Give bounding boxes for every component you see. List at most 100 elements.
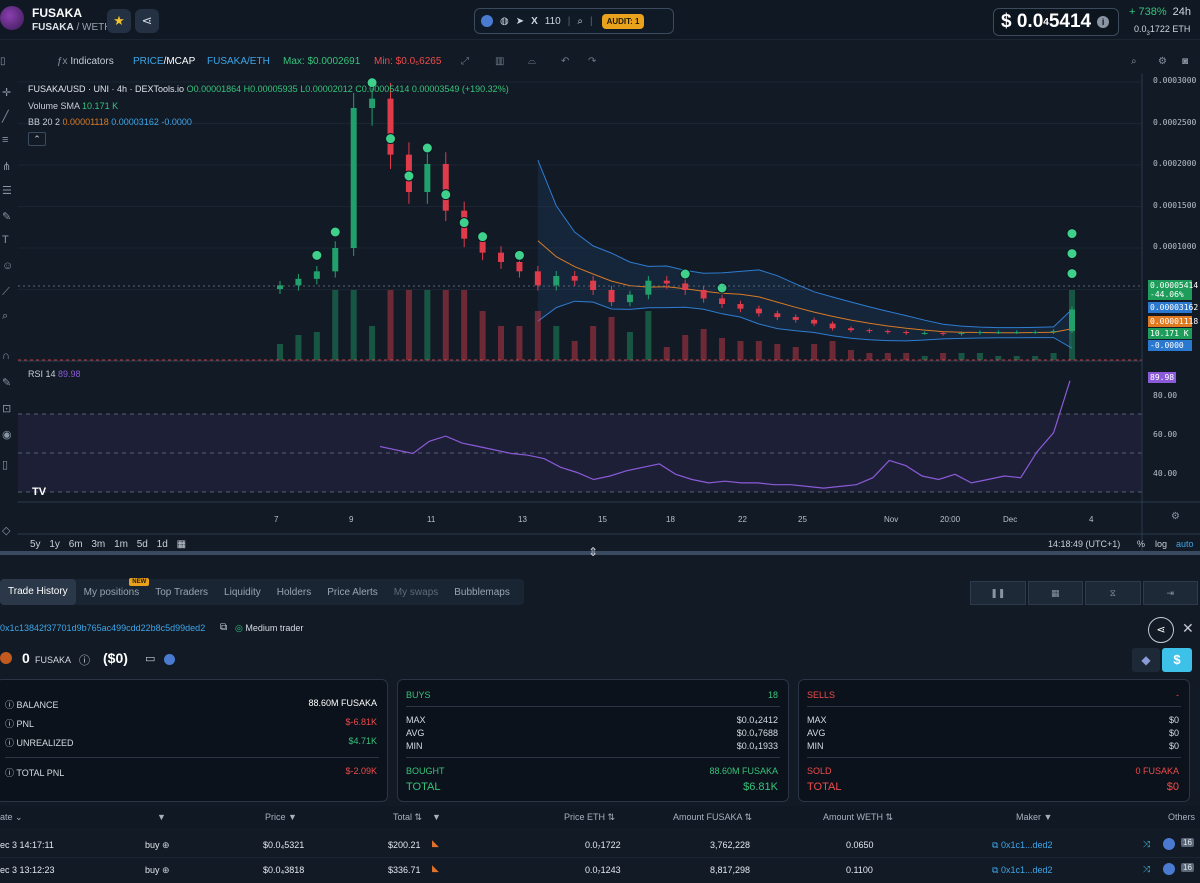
range-5d[interactable]: 5d <box>137 539 148 550</box>
tab-top-traders[interactable]: Top Traders <box>147 587 216 598</box>
range-selector[interactable]: 5y 1y 6m 3m 1m 5d 1d ▦ <box>30 539 186 550</box>
copy-icon[interactable]: ⧉ <box>220 622 227 633</box>
percent-toggle[interactable]: % <box>1137 539 1145 549</box>
export-icon[interactable]: ⇥ <box>1142 581 1198 605</box>
explorer-icon[interactable] <box>164 654 175 665</box>
info-icon[interactable]: i <box>1097 16 1110 28</box>
telegram-icon[interactable]: ➤ <box>516 16 524 27</box>
resize-icon[interactable]: ⇕ <box>588 545 598 559</box>
gear-icon[interactable]: ⚙ <box>1158 56 1167 67</box>
candle <box>350 108 357 248</box>
layers-icon[interactable]: ◇ <box>2 524 10 537</box>
explorer-icon[interactable] <box>1163 838 1175 850</box>
col-price[interactable]: Price ▼ <box>265 812 297 822</box>
calendar-icon[interactable]: ▦ <box>1027 581 1083 605</box>
range-5y[interactable]: 5y <box>30 539 41 550</box>
wallet-icon[interactable]: ▭ <box>145 652 155 665</box>
redo-icon[interactable]: ↷ <box>588 56 596 67</box>
eth-toggle[interactable]: ◆ <box>1132 648 1160 672</box>
pause-icon[interactable]: ❚❚ <box>970 581 1026 605</box>
info-icon[interactable]: ⓘ <box>79 652 90 668</box>
buys-title: BUYS <box>406 690 431 700</box>
brush-icon[interactable]: ✎ <box>2 210 11 223</box>
filter-icon[interactable]: ▼ <box>432 812 441 822</box>
range-3m[interactable]: 3m <box>91 539 105 550</box>
close-icon[interactable]: ✕ <box>1182 620 1194 637</box>
indicators-button[interactable]: ƒx Indicators <box>57 56 114 67</box>
globe-icon[interactable]: ◍ <box>500 16 509 27</box>
fullscreen-icon[interactable]: ⤢ <box>461 56 469 67</box>
calendar-icon[interactable]: ▦ <box>177 539 186 550</box>
chart-icon[interactable] <box>481 15 493 27</box>
col-date[interactable]: ate ⌄ <box>0 812 23 823</box>
fib-icon[interactable]: ☰ <box>2 184 12 197</box>
crosshair-icon[interactable]: ✛ <box>2 86 11 99</box>
cell-maker[interactable]: ⧉ 0x1c1...ded2 <box>992 865 1052 876</box>
filter-icon[interactable]: ▼ <box>157 812 166 822</box>
chart-canvas[interactable] <box>18 74 1200 554</box>
tab-my-positions[interactable]: My positions NEW <box>76 577 150 598</box>
candles-icon[interactable]: ▥ <box>495 56 504 67</box>
price-mcap-toggle[interactable]: PRICE/MCAP <box>133 56 195 67</box>
pitchfork-icon[interactable]: ⋔ <box>2 160 11 173</box>
candle <box>829 323 836 329</box>
col-maker[interactable]: Maker ▼ <box>1016 812 1052 822</box>
wallet-address[interactable]: 0x1c13842f37701d9b765ac499cdd22b8c5d99de… <box>0 623 205 633</box>
share-icon[interactable]: ⋖ <box>135 9 159 33</box>
lock-icon[interactable]: ⊡ <box>2 402 11 415</box>
time-settings-icon[interactable]: ⚙ <box>1171 511 1180 522</box>
lock-draw-icon[interactable]: ✎ <box>2 376 11 389</box>
camera-icon[interactable]: ◙ <box>1182 56 1188 67</box>
log-toggle[interactable]: log <box>1155 539 1167 549</box>
pair-toggle[interactable]: FUSAKA/ETH <box>207 56 270 67</box>
table-row[interactable]: ec 3 14:17:11 buy ⊕ $0.0₄5321 $200.21 ◣ … <box>0 834 1200 858</box>
search-icon[interactable]: ⌕ <box>577 16 583 27</box>
tab-price-alerts[interactable]: Price Alerts <box>319 587 386 598</box>
tab-liquidity[interactable]: Liquidity <box>216 587 269 598</box>
collapse-legend-button[interactable]: ⌃ <box>28 132 46 146</box>
ruler-icon[interactable]: ⟋ <box>2 286 10 299</box>
audit-badge[interactable]: AUDIT: 1 <box>601 13 645 29</box>
col-amount-weth[interactable]: Amount WETH ⇅ <box>823 812 893 823</box>
table-row[interactable]: ec 3 13:12:23 buy ⊕ $0.0₄3818 $336.71 ◣ … <box>0 859 1200 883</box>
buys-min-label: MIN <box>406 741 423 751</box>
tab-trade-history[interactable]: Trade History <box>0 579 76 605</box>
share-wallet-button[interactable]: ⋖ <box>1148 617 1174 643</box>
explorer-icon[interactable] <box>1163 863 1175 875</box>
candle <box>847 328 854 331</box>
star-icon[interactable]: ★ <box>107 9 131 33</box>
text-icon[interactable]: T <box>2 234 9 246</box>
panel-resize-handle[interactable] <box>0 551 1200 555</box>
undo-icon[interactable]: ↶ <box>561 56 569 67</box>
col-total[interactable]: Total ⇅ <box>393 812 422 823</box>
magnet-icon[interactable]: ∩ <box>2 350 10 362</box>
panel-toggle-icon[interactable]: ▯ <box>0 56 6 67</box>
col-price-eth[interactable]: Price ETH ⇅ <box>564 812 615 823</box>
range-1m[interactable]: 1m <box>114 539 128 550</box>
tab-holders[interactable]: Holders <box>269 587 319 598</box>
range-6m[interactable]: 6m <box>69 539 83 550</box>
range-1y[interactable]: 1y <box>49 539 60 550</box>
range-1d[interactable]: 1d <box>157 539 168 550</box>
buy-marker <box>421 142 433 154</box>
chart-type-icon[interactable]: ⌓ <box>528 56 536 67</box>
cell-maker[interactable]: ⧉ 0x1c1...ded2 <box>992 840 1052 851</box>
search-icon[interactable]: ⌕ <box>1131 56 1137 67</box>
usd-toggle[interactable]: $ <box>1162 648 1192 672</box>
trendline-icon[interactable]: ╱ <box>2 110 9 123</box>
tab-bubblemaps[interactable]: Bubblemaps <box>446 587 518 598</box>
x-icon[interactable]: X <box>531 16 538 27</box>
wallet-icon[interactable]: ⤨ <box>1143 864 1150 875</box>
zoom-icon[interactable]: ⌕ <box>2 310 8 323</box>
col-amount-token[interactable]: Amount FUSAKA ⇅ <box>673 812 752 823</box>
price-chart[interactable]: FUSAKA/USD · UNI · 4h · DEXTools.io O0.0… <box>18 74 1200 554</box>
wallet-icon[interactable]: ⤨ <box>1143 839 1150 850</box>
token-pair: FUSAKA / WETH <box>32 22 112 33</box>
emoji-icon[interactable]: ☺ <box>2 260 13 272</box>
tab-my-swaps[interactable]: My swaps <box>386 587 446 598</box>
filter-icon[interactable]: ⧖ <box>1085 581 1141 605</box>
eye-icon[interactable]: ◉ <box>2 428 12 441</box>
horizontal-lines-icon[interactable]: ≡ <box>2 134 8 146</box>
auto-toggle[interactable]: auto <box>1176 539 1194 549</box>
trash-icon[interactable]: ▯ <box>2 458 8 471</box>
